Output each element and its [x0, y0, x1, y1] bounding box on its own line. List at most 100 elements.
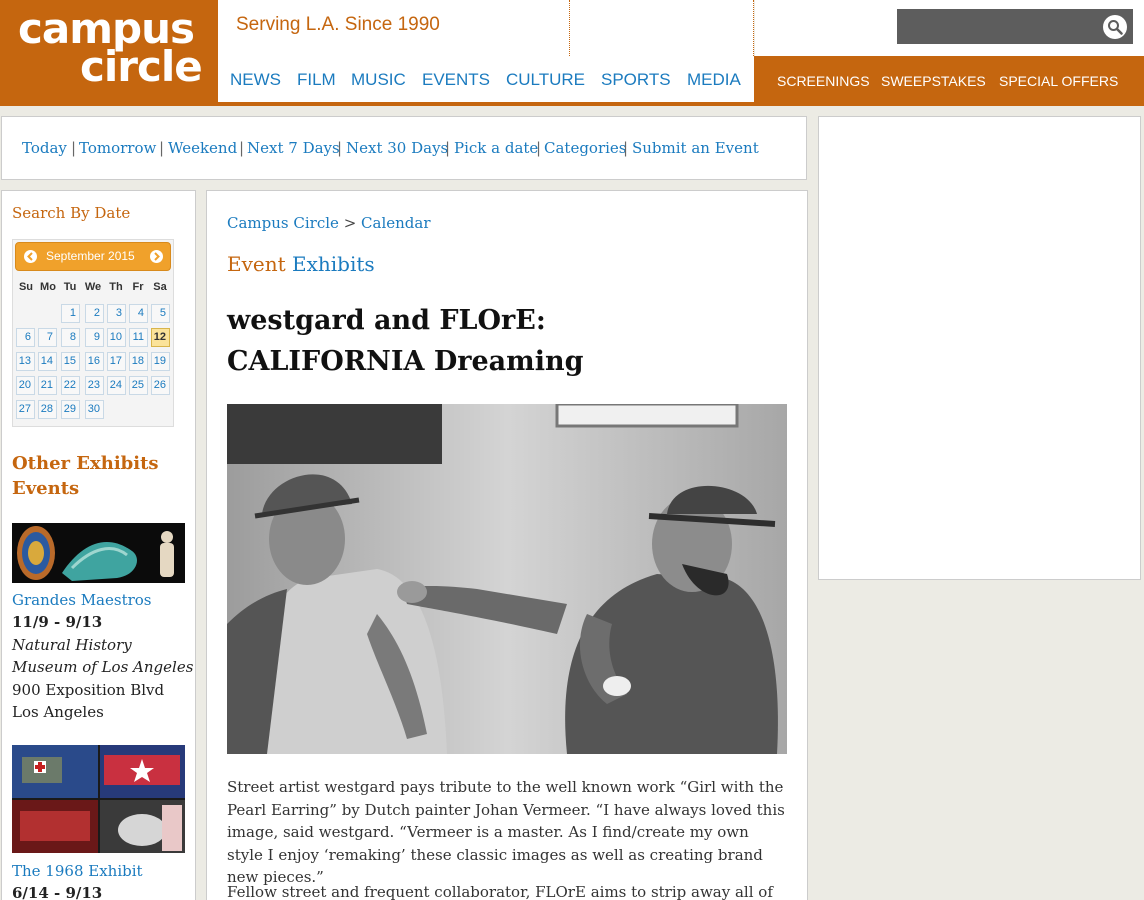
event-photo: [227, 404, 787, 754]
event-link[interactable]: Grandes Maestros: [12, 591, 152, 609]
weekday-label: Fr: [132, 281, 144, 293]
page-title: westgard and FLOrE: CALIFORNIA Dreaming: [227, 305, 584, 377]
calendar-day[interactable]: 22: [61, 376, 80, 395]
date-separator: |: [239, 139, 245, 157]
event-venue: Museum of Los Angeles: [12, 658, 194, 676]
promo-nav: SCREENINGS SWEEPSTAKES SPECIAL OFFERS: [754, 56, 1144, 102]
header-blank-box: [570, 0, 754, 56]
breadcrumb-home[interactable]: Campus Circle: [227, 214, 339, 232]
event-word: Event: [227, 252, 286, 276]
search-input[interactable]: [897, 9, 1133, 44]
calendar-day[interactable]: 27: [16, 400, 35, 419]
header-rule: [0, 102, 1144, 106]
calendar-day[interactable]: 1: [61, 304, 80, 323]
date-separator: |: [536, 139, 542, 157]
calendar-day[interactable]: 24: [107, 376, 126, 395]
date-separator: |: [445, 139, 451, 157]
site-header: campus circle Serving L.A. Since 1990 NE…: [0, 0, 1144, 106]
ad-panel: [818, 116, 1141, 580]
nav-events[interactable]: EVENTS: [422, 70, 490, 90]
date-link-next-7-days[interactable]: Next 7 Days: [247, 139, 340, 157]
date-separator: |: [623, 139, 629, 157]
event-link[interactable]: The 1968 Exhibit: [12, 862, 143, 880]
breadcrumb: Campus Circle > Calendar: [227, 214, 431, 232]
calendar-prev-button[interactable]: [24, 250, 37, 263]
weekday-label: Su: [18, 281, 34, 293]
date-separator: |: [159, 139, 165, 157]
calendar-day[interactable]: 3: [107, 304, 126, 323]
weekday-label: Sa: [153, 281, 167, 293]
exhibit-collage-image: [12, 745, 185, 853]
main-nav: NEWS FILM MUSIC EVENTS CULTURE SPORTS ME…: [218, 56, 754, 102]
calendar-day[interactable]: 13: [16, 352, 35, 371]
promo-sweepstakes[interactable]: SWEEPSTAKES: [881, 73, 986, 89]
date-link-tomorrow[interactable]: Tomorrow: [79, 139, 156, 157]
event-category-heading: Event Exhibits: [227, 252, 375, 276]
tagline: Serving L.A. Since 1990: [236, 14, 440, 35]
promo-special-offers[interactable]: SPECIAL OFFERS: [999, 73, 1118, 89]
arrow-left-icon: [27, 252, 33, 261]
calendar-day[interactable]: 11: [129, 328, 148, 347]
calendar-day[interactable]: 2: [85, 304, 104, 323]
date-link-submit-event[interactable]: Submit an Event: [632, 139, 759, 157]
calendar-day[interactable]: 21: [38, 376, 57, 395]
search-button[interactable]: [1103, 15, 1127, 39]
date-link-weekend[interactable]: Weekend: [168, 139, 237, 157]
calendar-day[interactable]: 25: [129, 376, 148, 395]
arrow-right-icon: [154, 252, 160, 261]
nav-film[interactable]: FILM: [297, 70, 336, 90]
promo-screenings[interactable]: SCREENINGS: [777, 73, 870, 89]
date-link-next-30-days[interactable]: Next 30 Days: [346, 139, 448, 157]
calendar-day[interactable]: 9: [85, 328, 104, 347]
calendar-day[interactable]: 16: [85, 352, 104, 371]
weekday-label: Tu: [63, 281, 77, 293]
calendar-day[interactable]: 17: [107, 352, 126, 371]
calendar-day[interactable]: 29: [61, 400, 80, 419]
calendar-day[interactable]: 6: [16, 328, 35, 347]
calendar-next-button[interactable]: [150, 250, 163, 263]
event-address: 900 Exposition Blvd: [12, 681, 165, 699]
event-venue: Natural History: [12, 636, 132, 654]
event-thumbnail[interactable]: [12, 523, 185, 583]
search-by-date-heading: Search By Date: [12, 204, 131, 222]
weekday-label: Mo: [40, 281, 56, 293]
date-link-categories[interactable]: Categories: [544, 139, 627, 157]
calendar-day[interactable]: 18: [129, 352, 148, 371]
event-photo-image: [227, 404, 787, 754]
event-city: Los Angeles: [12, 703, 104, 721]
date-link-pick-a-date[interactable]: Pick a date: [454, 139, 538, 157]
nav-media[interactable]: MEDIA: [687, 70, 741, 90]
calendar-day[interactable]: 7: [38, 328, 57, 347]
article-paragraph: Street artist westgard pays tribute to t…: [227, 778, 785, 886]
event-dates: 6/14 - 9/13: [12, 884, 103, 900]
nav-music[interactable]: MUSIC: [351, 70, 406, 90]
breadcrumb-separator: >: [343, 214, 357, 232]
event-dates: 11/9 - 9/13: [12, 613, 103, 631]
nav-news[interactable]: NEWS: [230, 70, 281, 90]
breadcrumb-calendar[interactable]: Calendar: [361, 214, 430, 232]
calendar-day[interactable]: 4: [129, 304, 148, 323]
search-icon: [1108, 20, 1123, 35]
exhibit-artwork-image: [12, 523, 185, 583]
calendar-day[interactable]: 26: [151, 376, 170, 395]
calendar-day[interactable]: 28: [38, 400, 57, 419]
nav-culture[interactable]: CULTURE: [506, 70, 585, 90]
calendar-day[interactable]: 19: [151, 352, 170, 371]
calendar-day[interactable]: 5: [151, 304, 170, 323]
site-logo[interactable]: campus circle: [0, 0, 218, 103]
date-link-today[interactable]: Today: [22, 139, 67, 157]
calendar-day[interactable]: 15: [61, 352, 80, 371]
calendar-day[interactable]: 23: [85, 376, 104, 395]
calendar-day[interactable]: 8: [61, 328, 80, 347]
event-thumbnail[interactable]: [12, 745, 185, 853]
weekday-label: We: [84, 281, 102, 293]
calendar-month-label: September 2015: [46, 249, 135, 263]
other-events-heading: Other Exhibits Events: [12, 453, 159, 499]
calendar-day[interactable]: 10: [107, 328, 126, 347]
calendar-day[interactable]: 14: [38, 352, 57, 371]
category-link[interactable]: Exhibits: [292, 252, 375, 276]
calendar-day[interactable]: 30: [85, 400, 104, 419]
calendar-day[interactable]: 20: [16, 376, 35, 395]
calendar-day-today[interactable]: 12: [151, 328, 170, 347]
nav-sports[interactable]: SPORTS: [601, 70, 671, 90]
